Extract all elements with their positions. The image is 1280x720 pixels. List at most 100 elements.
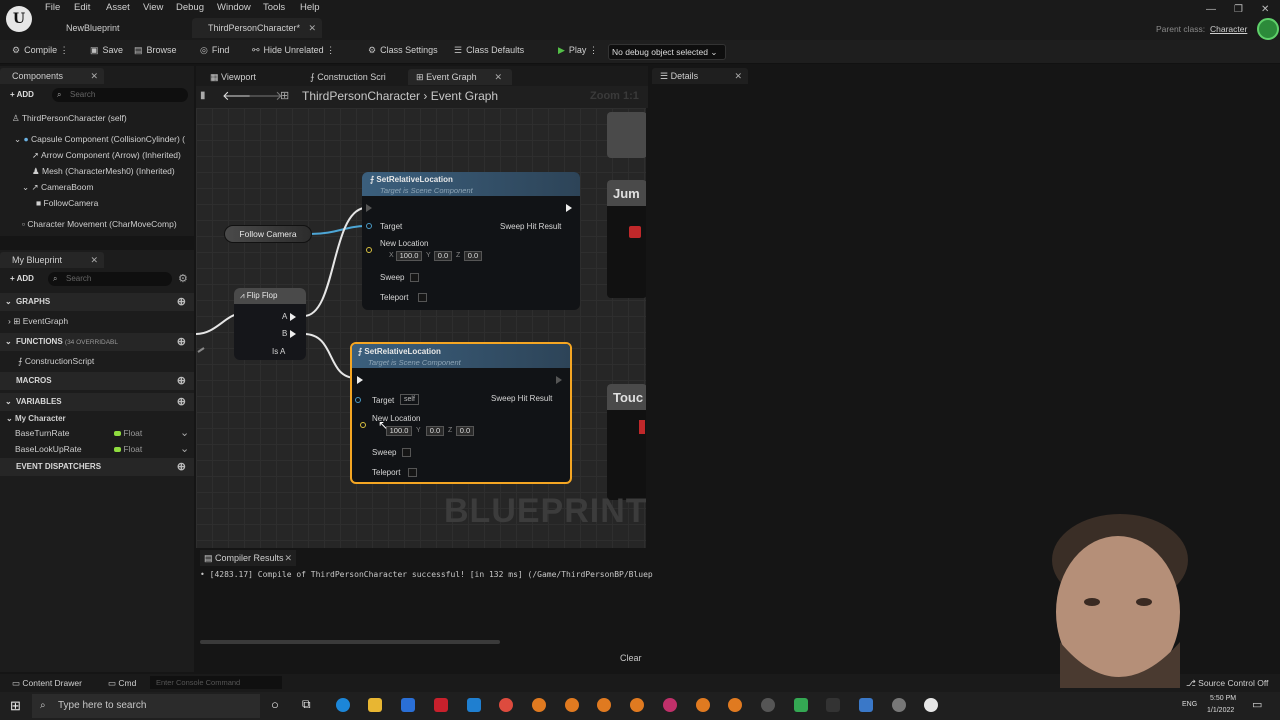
location-x-input[interactable]: 100.0 <box>396 251 422 261</box>
calendar-app-icon[interactable] <box>434 698 448 712</box>
notification-icon[interactable]: ▭ <box>1252 698 1262 711</box>
menu-asset[interactable]: Asset <box>106 2 130 13</box>
close-icon[interactable]: ✕ <box>308 18 316 38</box>
unreal-taskbar-icon[interactable] <box>924 698 938 712</box>
browse-button[interactable]: ▤ Browse <box>134 45 177 56</box>
component-item[interactable]: ⌄ ● Capsule Component (CollisionCylinder… <box>14 134 185 145</box>
breadcrumb[interactable]: ThirdPersonCharacter › Event Graph <box>302 89 498 103</box>
menu-file[interactable]: File <box>45 2 60 13</box>
blender-icon[interactable] <box>630 698 644 712</box>
parent-class-link[interactable]: Character <box>1210 24 1247 34</box>
blender-icon[interactable] <box>597 698 611 712</box>
forward-arrow-icon[interactable]: 🡒 <box>248 88 283 104</box>
language-indicator[interactable]: ENG <box>1182 701 1197 708</box>
tab-construction-script[interactable]: ⨍ Construction Scri <box>306 69 402 85</box>
flip-flop-node[interactable]: ⩘ Flip Flop A B Is A <box>234 288 306 360</box>
doc-tab-newblueprint[interactable]: NewBlueprint <box>50 18 190 38</box>
function-item-constructionscript[interactable]: ⨍ ConstructionScript <box>18 356 94 367</box>
clock-time[interactable]: 5:50 PM <box>1210 695 1236 702</box>
set-relative-location-node-2[interactable]: ⨍ SetRelativeLocation Target is Scene Co… <box>350 342 572 484</box>
add-macro-icon[interactable]: ⊕ <box>177 372 186 390</box>
menu-debug[interactable]: Debug <box>176 2 204 13</box>
variable-item[interactable]: BaseLookUpRate <box>15 444 82 454</box>
variable-type[interactable]: Float <box>114 444 142 454</box>
chrome-icon[interactable] <box>499 698 513 712</box>
epic-games-icon[interactable] <box>826 698 840 712</box>
play-button[interactable]: ▶ Play ⋮ <box>558 45 598 56</box>
blender-icon[interactable] <box>696 698 710 712</box>
store-icon[interactable] <box>401 698 415 712</box>
exec-pin-a[interactable] <box>290 313 296 321</box>
exec-out-pin[interactable] <box>566 204 572 212</box>
tab-components[interactable]: Components ✕ <box>0 68 104 84</box>
menu-tools[interactable]: Tools <box>263 2 285 13</box>
location-x-input[interactable]: 100.0 <box>386 426 412 436</box>
add-function-icon[interactable]: ⊕ <box>177 333 186 351</box>
eye-icon[interactable]: ⌄ <box>180 442 189 455</box>
partial-node[interactable] <box>607 112 646 158</box>
clock-date[interactable]: 1/1/2022 <box>1207 707 1234 714</box>
blender-icon[interactable] <box>728 698 742 712</box>
new-location-pin[interactable] <box>360 422 366 428</box>
section-variables[interactable]: ⌄ VARIABLES ⊕ <box>0 393 194 411</box>
target-pin[interactable] <box>366 223 372 229</box>
sweep-checkbox[interactable] <box>402 448 411 457</box>
add-variable-icon[interactable]: ⊕ <box>177 393 186 411</box>
location-z-input[interactable]: 0.0 <box>456 426 474 436</box>
menu-edit[interactable]: Edit <box>74 2 90 13</box>
component-item[interactable]: ▫ Character Movement (CharMoveComp) <box>22 219 177 229</box>
tab-event-graph[interactable]: ⊞ Event Graph ✕ <box>408 69 512 85</box>
tab-viewport[interactable]: ▦ Viewport <box>202 69 302 85</box>
close-icon[interactable]: ✕ <box>90 252 98 268</box>
teleport-checkbox[interactable] <box>418 293 427 302</box>
save-button[interactable]: ▣ Save <box>90 45 123 56</box>
exec-out-pin[interactable] <box>556 376 562 384</box>
home-icon[interactable] <box>859 698 873 712</box>
blender-icon[interactable] <box>532 698 546 712</box>
component-item[interactable]: ⌄ ↗ CameraBoom <box>22 182 93 193</box>
hide-unrelated-button[interactable]: ⚯ Hide Unrelated ⋮ <box>252 45 335 56</box>
components-search-input[interactable]: ⌕ Search <box>52 88 188 102</box>
teleport-checkbox[interactable] <box>408 468 417 477</box>
maximize-icon[interactable]: ❐ <box>1234 4 1243 15</box>
minimize-icon[interactable]: — <box>1206 4 1216 15</box>
taskbar-search-input[interactable]: ⌕ Type here to search <box>32 694 260 718</box>
mail-icon[interactable] <box>467 698 481 712</box>
menu-help[interactable]: Help <box>300 2 320 13</box>
eye-icon[interactable]: ⌄ <box>180 426 189 439</box>
section-macros[interactable]: MACROS ⊕ <box>0 372 194 390</box>
blender-icon[interactable] <box>565 698 579 712</box>
compile-button[interactable]: ⚙ Compile ⋮ <box>12 45 69 56</box>
obs-icon[interactable] <box>892 698 906 712</box>
close-icon[interactable]: ✕ <box>494 69 502 85</box>
section-graphs[interactable]: ⌄ GRAPHS ⊕ <box>0 293 194 311</box>
close-icon[interactable]: ✕ <box>734 68 742 84</box>
class-settings-button[interactable]: ⚙ Class Settings <box>368 45 438 56</box>
component-item[interactable]: ➚ Arrow Component (Arrow) (Inherited) <box>32 150 181 161</box>
gear-icon[interactable]: ⚙ <box>178 272 188 285</box>
exec-in-pin[interactable] <box>366 204 372 212</box>
close-window-icon[interactable]: ✕ <box>1261 4 1269 15</box>
play-app-icon[interactable] <box>794 698 808 712</box>
avatar[interactable] <box>1257 18 1279 40</box>
find-button[interactable]: ◎ Find <box>200 45 229 56</box>
console-command-input[interactable]: Enter Console Command <box>150 676 282 689</box>
add-graph-icon[interactable]: ⊕ <box>177 293 186 311</box>
section-event-dispatchers[interactable]: EVENT DISPATCHERS ⊕ <box>0 458 194 476</box>
sweep-checkbox[interactable] <box>410 273 419 282</box>
location-y-input[interactable]: 0.0 <box>426 426 444 436</box>
unreal-logo-icon[interactable]: U <box>6 6 32 32</box>
component-item[interactable]: ♙ ThirdPersonCharacter (self) <box>12 113 127 124</box>
doc-tab-thirdpersoncharacter[interactable]: ThirdPersonCharacter* ✕ <box>192 18 322 38</box>
edge-icon[interactable] <box>336 698 350 712</box>
menu-view[interactable]: View <box>143 2 163 13</box>
component-item[interactable]: ♟ Mesh (CharacterMesh0) (Inherited) <box>32 166 175 177</box>
component-item[interactable]: ■ FollowCamera <box>36 198 98 208</box>
location-z-input[interactable]: 0.0 <box>464 251 482 261</box>
exec-pin-b[interactable] <box>290 330 296 338</box>
app-icon[interactable] <box>663 698 677 712</box>
section-functions[interactable]: ⌄ FUNCTIONS (34 OVERRIDABL ⊕ <box>0 333 194 351</box>
class-defaults-button[interactable]: ☰ Class Defaults <box>454 45 524 56</box>
tab-my-blueprint[interactable]: My Blueprint ✕ <box>0 252 104 268</box>
touch-node[interactable]: Touc <box>607 384 646 500</box>
